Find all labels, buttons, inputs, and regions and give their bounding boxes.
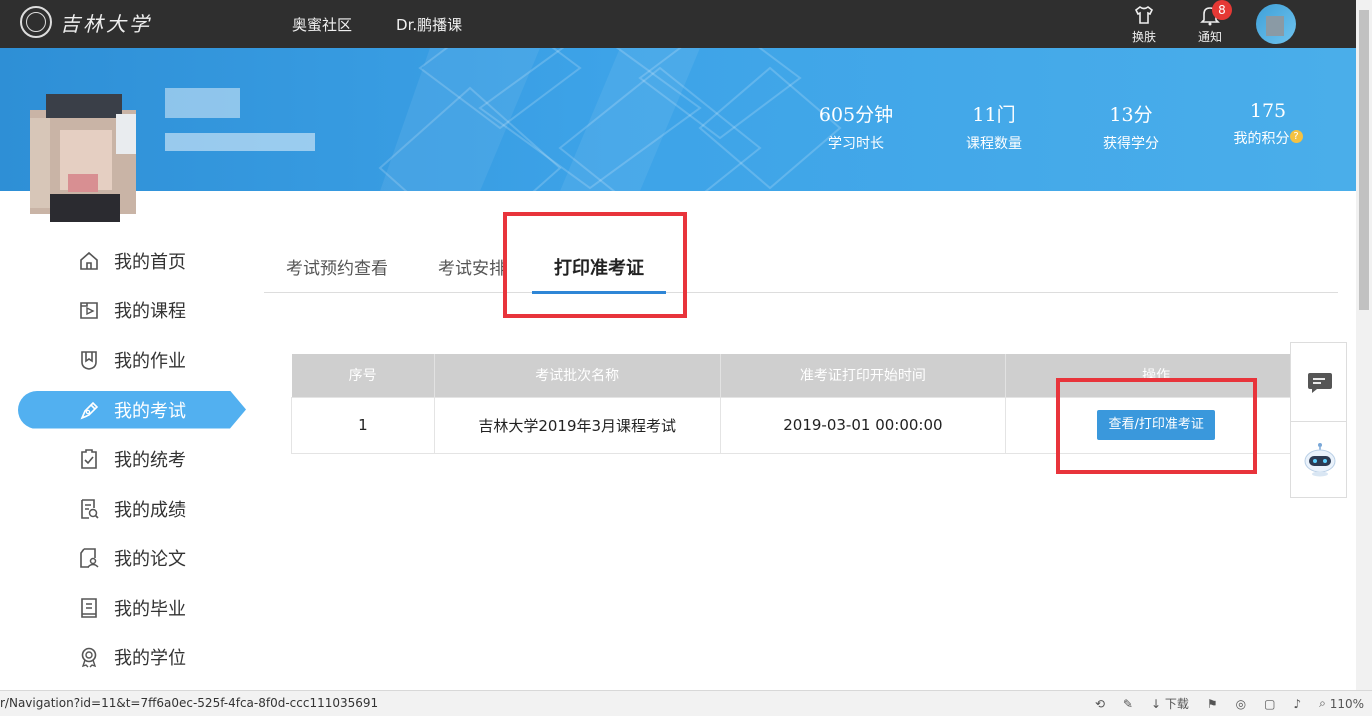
sidebar-item-homework[interactable]: 我的作业 bbox=[18, 335, 248, 385]
scrollbar-thumb[interactable] bbox=[1359, 10, 1369, 310]
nav-link-dr-course[interactable]: Dr.鹏播课 bbox=[396, 14, 462, 35]
stat-points: 175 我的积分? bbox=[1208, 100, 1328, 148]
browser-icon[interactable]: ◎ bbox=[1236, 697, 1246, 711]
skin-label: 换肤 bbox=[1131, 30, 1156, 44]
stat-study-time: 605分钟 学习时长 bbox=[818, 104, 894, 152]
download-button[interactable]: ↓ 下载 bbox=[1151, 695, 1189, 712]
home-icon bbox=[80, 251, 98, 270]
sidebar-item-grades[interactable]: 我的成绩 bbox=[18, 484, 248, 534]
degree-icon bbox=[81, 647, 97, 668]
top-navbar: 吉林大学 奥蜜社区 Dr.鹏播课 换肤 通知 8 bbox=[0, 0, 1356, 48]
history-icon[interactable]: ⟲ bbox=[1095, 697, 1105, 711]
stat-credits: 13分 获得学分 bbox=[1103, 104, 1159, 152]
browser-status-bar: r/Navigation?id=11&t=7ff6a0ec-525f-4fca-… bbox=[0, 690, 1372, 716]
sidebar-item-exam[interactable]: 我的考试 bbox=[18, 390, 246, 429]
notify-label: 通知 bbox=[1197, 30, 1222, 44]
col-header-index: 序号 bbox=[291, 354, 435, 397]
status-url: r/Navigation?id=11&t=7ff6a0ec-525f-4fca-… bbox=[0, 696, 379, 710]
university-seal-icon bbox=[20, 6, 52, 38]
sidebar-item-unified-exam[interactable]: 我的统考 bbox=[18, 435, 248, 485]
help-icon[interactable]: ? bbox=[1289, 130, 1303, 143]
cell-batch: 吉林大学2019年3月课程考试 bbox=[433, 396, 721, 454]
study-stats: 605分钟 学习时长 11门 课程数量 13分 获得学分 175 我的积分? bbox=[0, 100, 1356, 160]
top-nav-links: 奥蜜社区 Dr.鹏播课 bbox=[292, 0, 506, 48]
sidebar-item-degree[interactable]: 我的学位 bbox=[18, 633, 248, 683]
col-header-start-time: 准考证打印开始时间 bbox=[720, 354, 1007, 397]
tshirt-icon bbox=[1134, 6, 1154, 24]
sound-icon[interactable]: ♪ bbox=[1293, 697, 1301, 711]
tab-exam-appointment[interactable]: 考试预约查看 bbox=[286, 254, 388, 279]
sidebar-item-graduation[interactable]: 我的毕业 bbox=[18, 583, 248, 633]
pin-icon[interactable]: ✎ bbox=[1123, 697, 1133, 711]
exam-icon bbox=[80, 401, 99, 420]
course-icon bbox=[80, 302, 98, 320]
skin-button[interactable]: 换肤 bbox=[1124, 4, 1164, 45]
university-logo[interactable]: 吉林大学 bbox=[20, 6, 152, 38]
page-scrollbar[interactable] bbox=[1356, 0, 1372, 690]
graduation-icon bbox=[81, 597, 97, 618]
homework-icon bbox=[81, 350, 97, 370]
tab-exam-schedule[interactable]: 考试安排 bbox=[438, 254, 510, 279]
status-tools: ⟲ ✎ ↓ 下载 ⚑ ◎ ▢ ♪ ⌕ 110% bbox=[1077, 695, 1364, 712]
user-avatar[interactable] bbox=[1256, 4, 1296, 44]
page: 吉林大学 奥蜜社区 Dr.鹏播课 换肤 通知 8 605分钟 学习时长 11门 … bbox=[0, 0, 1372, 716]
robot-assistant-icon[interactable] bbox=[1303, 441, 1337, 477]
flag-icon[interactable]: ⚑ bbox=[1207, 697, 1218, 711]
notify-count-badge: 8 bbox=[1212, 0, 1232, 20]
exam-tabs: 考试预约查看 考试安排 打印准考证 bbox=[264, 240, 1338, 294]
zoom-control[interactable]: ⌕ 110% bbox=[1319, 696, 1364, 711]
nav-link-community[interactable]: 奥蜜社区 bbox=[292, 14, 352, 35]
highlight-box-tab bbox=[503, 212, 687, 318]
sidebar-item-home[interactable]: 我的首页 bbox=[18, 236, 248, 286]
cell-index: 1 bbox=[291, 396, 435, 454]
highlight-box-button bbox=[1056, 378, 1257, 474]
thesis-icon bbox=[80, 548, 99, 569]
grades-icon bbox=[81, 498, 99, 519]
cell-start-time: 2019-03-01 00:00:00 bbox=[719, 396, 1007, 454]
window-icon[interactable]: ▢ bbox=[1264, 697, 1275, 711]
sidebar-item-thesis[interactable]: 我的论文 bbox=[18, 534, 248, 584]
col-header-batch: 考试批次名称 bbox=[434, 354, 721, 397]
floating-tools bbox=[1290, 342, 1347, 498]
stat-course-count: 11门 课程数量 bbox=[966, 104, 1022, 152]
unified-exam-icon bbox=[81, 449, 97, 470]
chat-icon[interactable] bbox=[1307, 371, 1333, 395]
notify-button[interactable]: 通知 8 bbox=[1190, 0, 1232, 45]
sidebar-menu: 我的首页 我的课程 我的作业 我的考试 我的统考 我的成绩 我的论文 我的毕业 bbox=[18, 236, 248, 682]
logo-text: 吉林大学 bbox=[60, 11, 152, 36]
sidebar-item-courses[interactable]: 我的课程 bbox=[18, 286, 248, 336]
